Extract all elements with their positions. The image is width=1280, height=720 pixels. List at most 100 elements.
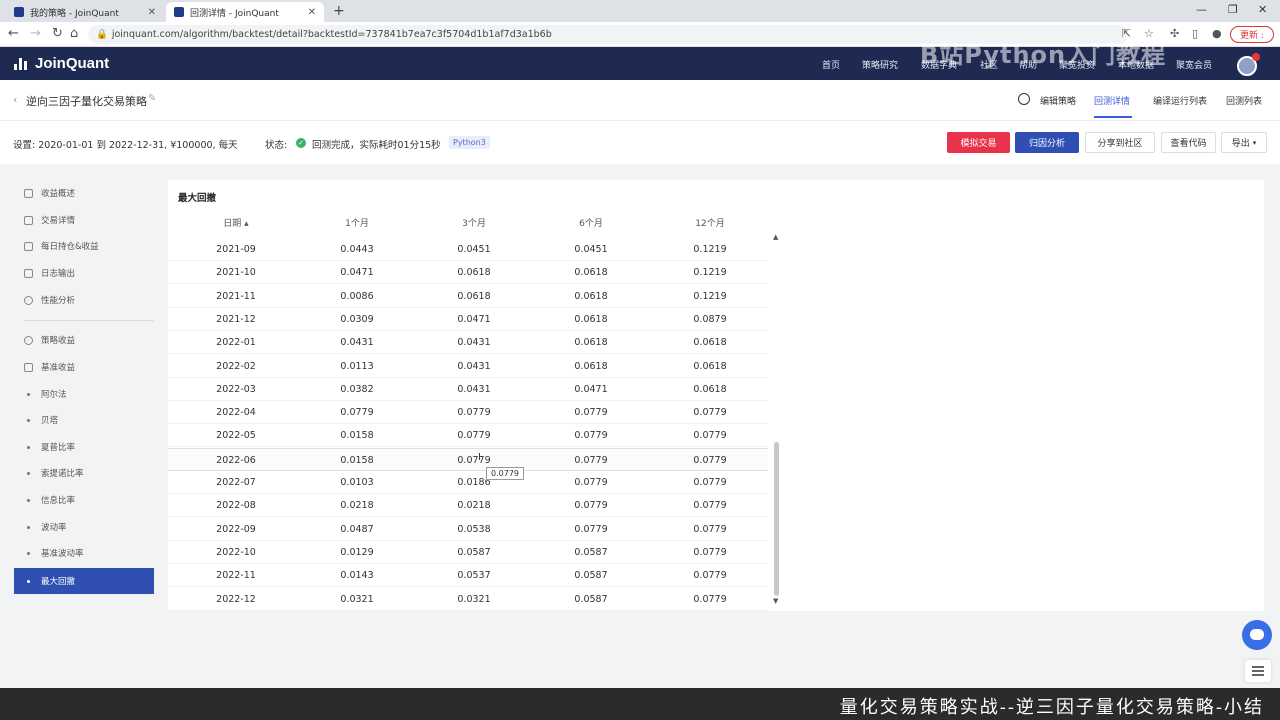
home-icon[interactable]: ⌂	[70, 26, 78, 41]
table-row[interactable]: 2022-10 0.0129 0.0587 0.0587 0.0779	[168, 541, 768, 564]
video-watermark: B站Python入门教程	[920, 41, 1167, 69]
paper-trade-button[interactable]: 模拟交易	[947, 132, 1010, 153]
chat-support-button[interactable]	[1242, 620, 1272, 650]
bullet-dot	[27, 445, 30, 449]
column-header-6m[interactable]: 6个月	[579, 216, 603, 229]
sidebar-item-volatility[interactable]: 波动率	[14, 514, 154, 540]
close-tab-icon[interactable]: ✕	[148, 7, 156, 18]
sidebar-item-label: 信息比率	[41, 496, 76, 506]
column-header-3m[interactable]: 3个月	[462, 216, 486, 229]
cell-value: 0.0618	[574, 313, 608, 325]
table-row[interactable]: 2021-11 0.0086 0.0618 0.0618 0.1219	[168, 285, 768, 308]
sidebar-item-positions[interactable]: 每日持仓&收益	[14, 233, 154, 259]
table-row[interactable]: 2022-03 0.0382 0.0431 0.0471 0.0618	[168, 378, 768, 401]
reload-icon[interactable]: ↻	[52, 26, 63, 41]
nav-research[interactable]: 策略研究	[862, 58, 898, 71]
share-community-button[interactable]: 分享到社区	[1085, 132, 1155, 153]
sidebar-item-strategy-returns[interactable]: 策略收益	[14, 327, 154, 353]
cell-value: 0.0618	[693, 383, 727, 395]
cell-value: 0.0618	[693, 360, 727, 372]
column-header-1m[interactable]: 1个月	[345, 216, 369, 229]
table-row[interactable]: 2022-11 0.0143 0.0537 0.0587 0.0779	[168, 564, 768, 588]
table-row[interactable]: 2022-09 0.0487 0.0538 0.0779 0.0779	[168, 518, 768, 541]
strategy-title: 逆向三因子量化交易策略	[26, 95, 147, 108]
sidebar-item-trades[interactable]: 交易详情	[14, 207, 154, 233]
column-header-date[interactable]: 日期 ▴	[223, 216, 248, 229]
minimize-icon[interactable]: —	[1196, 3, 1207, 16]
sidebar-item-max-drawdown[interactable]: 最大回撤	[14, 568, 154, 594]
performance-icon	[24, 295, 33, 305]
browser-tab-strategies[interactable]: 我的策略 - JoinQuant ✕	[6, 2, 164, 22]
tab-backtest-detail[interactable]: 回测详情	[1094, 94, 1130, 107]
table-row[interactable]: 2022-05 0.0158 0.0779 0.0779 0.0779	[168, 424, 768, 448]
tab-edit-strategy[interactable]: 编辑策略	[1040, 94, 1076, 107]
nav-membership[interactable]: 聚宽会员	[1176, 58, 1212, 71]
cell-value: 0.1219	[693, 267, 727, 279]
cell-date: 2022-03	[216, 383, 256, 395]
close-tab-icon[interactable]: ✕	[308, 7, 316, 18]
cell-value: 0.0218	[457, 500, 491, 512]
backtest-settings: 设置: 2020-01-01 到 2022-12-31, ¥100000, 每天	[13, 140, 238, 151]
sidebar-item-label: 策略收益	[41, 336, 76, 346]
table-row[interactable]: 2022-06 0.0158 0.0779 0.0779 0.0779	[168, 447, 768, 471]
view-code-label: 查看代码	[1170, 139, 1207, 149]
profile-icon[interactable]: ●	[1212, 27, 1222, 40]
cell-value: 0.0443	[340, 244, 374, 255]
browser-update-button[interactable]: 更新 :	[1230, 26, 1274, 43]
tab-backtest-list[interactable]: 回测列表	[1226, 94, 1262, 107]
table-row[interactable]: 2022-08 0.0218 0.0218 0.0779 0.0779	[168, 494, 768, 518]
maximize-icon[interactable]: ❐	[1228, 3, 1238, 16]
browser-tab-backtest[interactable]: 回测详情 - JoinQuant ✕	[166, 2, 324, 22]
sidebar-item-benchmark-volatility[interactable]: 基准波动率	[14, 540, 154, 566]
cell-value: 0.0431	[340, 337, 374, 349]
sidepanel-icon[interactable]: ▯	[1192, 27, 1198, 40]
forward-icon[interactable]: →	[30, 26, 41, 41]
sidebar-item-logs[interactable]: 日志输出	[14, 260, 154, 286]
scrollbar-thumb[interactable]	[774, 442, 779, 596]
sidebar-item-performance[interactable]: 性能分析	[14, 287, 154, 313]
sidebar-item-sortino[interactable]: 索提诺比率	[14, 460, 154, 486]
paper-trade-label: 模拟交易	[960, 139, 997, 149]
cell-date: 2022-06	[216, 454, 256, 466]
table-row[interactable]: 2022-12 0.0321 0.0321 0.0587 0.0779	[168, 588, 768, 611]
table-row[interactable]: 2022-01 0.0431 0.0431 0.0618 0.0618	[168, 331, 768, 355]
table-row[interactable]: 2022-07 0.0103 0.0186 0.0779 0.0779	[168, 471, 768, 494]
export-button[interactable]: 导出 ▾	[1221, 132, 1267, 153]
window-close-icon[interactable]: ✕	[1258, 3, 1267, 16]
sidebar-item-alpha[interactable]: 阿尔法	[14, 381, 154, 407]
table-row[interactable]: 2021-09 0.0443 0.0451 0.0451 0.1219	[168, 238, 768, 261]
browser-tabbar: 我的策略 - JoinQuant ✕ 回测详情 - JoinQuant ✕ + …	[0, 0, 1280, 22]
sidebar-item-label: 夏普比率	[41, 443, 76, 453]
sidebar-item-information-ratio[interactable]: 信息比率	[14, 487, 154, 513]
table-row[interactable]: 2022-02 0.0113 0.0431 0.0618 0.0618	[168, 355, 768, 378]
sidebar-item-beta[interactable]: 贝塔	[14, 407, 154, 433]
list-menu-button[interactable]	[1245, 660, 1271, 682]
back-chevron-icon[interactable]: ‹	[13, 93, 17, 106]
table-row[interactable]: 2021-12 0.0309 0.0471 0.0618 0.0879	[168, 308, 768, 331]
cell-value: 0.0218	[340, 500, 374, 512]
scroll-up-icon[interactable]: ▲	[773, 233, 778, 241]
edit-title-icon[interactable]: ✎	[148, 93, 156, 104]
sidebar-item-overview[interactable]: 收益概述	[14, 180, 154, 206]
scroll-down-icon[interactable]: ▼	[773, 597, 778, 605]
sidebar-item-label: 基准收益	[41, 363, 76, 373]
new-tab-icon[interactable]: +	[333, 3, 345, 19]
attribution-label: 归因分析	[1028, 139, 1065, 149]
view-code-button[interactable]: 查看代码	[1161, 132, 1216, 153]
cell-date: 2022-11	[216, 570, 256, 582]
sidebar-item-benchmark-returns[interactable]: 基准收益	[14, 354, 154, 380]
sidebar-item-sharpe[interactable]: 夏普比率	[14, 434, 154, 460]
tab-compile-list[interactable]: 编译运行列表	[1153, 94, 1207, 107]
bullet-dot	[27, 551, 30, 555]
back-icon[interactable]: ←	[8, 26, 19, 41]
attribution-button[interactable]: 归因分析	[1015, 132, 1079, 153]
table-row[interactable]: 2021-10 0.0471 0.0618 0.0618 0.1219	[168, 261, 768, 285]
check-circle-icon: ✓	[296, 138, 306, 148]
update-label: 更新 :	[1240, 31, 1264, 41]
table-row[interactable]: 2022-04 0.0779 0.0779 0.0779 0.0779	[168, 401, 768, 425]
extensions-icon[interactable]: ✣	[1170, 27, 1179, 40]
column-header-12m[interactable]: 12个月	[695, 216, 724, 229]
nav-home[interactable]: 首页	[822, 58, 840, 71]
cell-value: 0.0431	[457, 337, 491, 349]
joinquant-logo[interactable]: JoinQuant	[14, 55, 109, 72]
